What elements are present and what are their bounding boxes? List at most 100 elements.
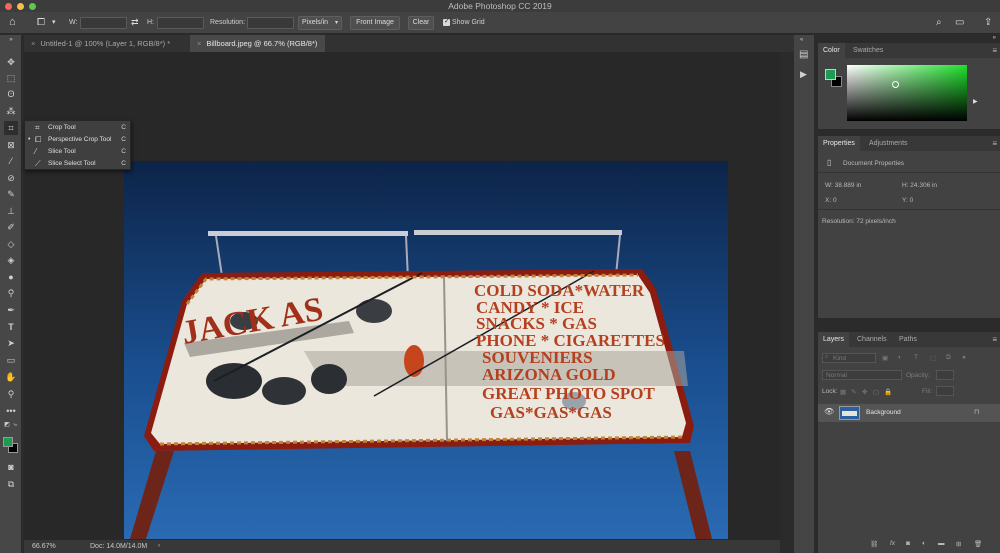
lock-all-icon[interactable]: 🔒 [884, 388, 892, 396]
clear-button[interactable]: Clear [408, 16, 434, 30]
tab-paths[interactable]: Paths [894, 332, 922, 347]
adjustment-layer-icon[interactable]: ◐ [922, 540, 926, 547]
quick-mask-icon[interactable]: ◙ [4, 460, 18, 474]
eyedropper-tool-icon[interactable]: ⁄ [4, 154, 18, 168]
tab-billboard[interactable]: × Billboard.jpeg @ 66.7% (RGB/8*) [190, 35, 325, 52]
front-image-button[interactable]: Front Image [350, 16, 400, 30]
kind-filter-select[interactable]: ⌕ Kind [822, 353, 876, 363]
tab-color[interactable]: Color [818, 43, 845, 58]
doc-height-value[interactable]: H: 24.306 in [902, 182, 937, 189]
eye-icon[interactable]: 👁 [824, 407, 834, 416]
swap-icon[interactable]: ⇄ [131, 17, 139, 28]
panel-menu-icon[interactable]: ≡ [992, 335, 997, 344]
new-layer-icon[interactable]: ⊞ [956, 540, 961, 548]
tab-channels[interactable]: Channels [852, 332, 892, 347]
resolution-input[interactable] [247, 17, 294, 29]
fill-input[interactable] [936, 386, 954, 396]
menu-item-perspective-crop-tool[interactable]: • ⧠ Perspective Crop Tool C [25, 134, 130, 146]
filter-type-icon[interactable]: T [914, 354, 918, 361]
canvas-area[interactable]: JACK AS COLD SODA*WATER CANDY * ICE SNAC… [24, 52, 780, 540]
tab-untitled-1[interactable]: × Untitled-1 @ 100% (Layer 1, RGB/8*) * [24, 35, 190, 52]
menu-item-slice-tool[interactable]: ⁄ Slice Tool C [25, 146, 130, 158]
path-selection-tool-icon[interactable]: ➤ [4, 336, 18, 350]
menu-item-crop-tool[interactable]: ⌗ Crop Tool C [25, 122, 130, 134]
more-tools-icon[interactable]: ••• [4, 404, 18, 418]
opacity-input[interactable] [936, 370, 954, 380]
filter-adjustment-icon[interactable]: ◐ [898, 354, 902, 361]
collapse-icon[interactable]: » [4, 33, 18, 47]
chevron-down-icon[interactable]: ▾ [52, 18, 56, 26]
share-icon[interactable]: ⇪ [984, 17, 992, 28]
foreground-color-swatch[interactable] [825, 69, 836, 80]
history-icon[interactable]: ▤ [799, 49, 808, 60]
move-tool-icon[interactable]: ✥ [4, 55, 18, 69]
dodge-tool-icon[interactable]: ⚲ [4, 286, 18, 300]
collapse-icon[interactable]: » [993, 35, 996, 41]
tab-adjustments[interactable]: Adjustments [864, 136, 913, 151]
color-picker-field[interactable] [847, 65, 967, 121]
zoom-tool-icon[interactable]: ⚲ [4, 387, 18, 401]
perspective-crop-tool-icon[interactable]: ⧠ [37, 17, 45, 28]
filter-shape-icon[interactable]: ⬚ [930, 354, 936, 362]
paint-bucket-tool-icon[interactable]: ◈ [4, 253, 18, 267]
lasso-tool-icon[interactable]: ʘ [4, 87, 18, 101]
zoom-level[interactable]: 66.67% [32, 540, 56, 553]
screen-mode-icon[interactable]: ⧉ [4, 477, 18, 491]
marquee-tool-icon[interactable]: ⬚ [4, 71, 18, 85]
history-brush-tool-icon[interactable]: ✐ [4, 220, 18, 234]
magic-wand-tool-icon[interactable]: ⁂ [4, 104, 18, 118]
menu-item-slice-select-tool[interactable]: ⟋ Slice Select Tool C [25, 158, 130, 170]
layer-style-icon[interactable]: fx [890, 540, 895, 547]
tab-properties[interactable]: Properties [818, 136, 860, 151]
healing-brush-tool-icon[interactable]: ⊘ [4, 171, 18, 185]
new-group-icon[interactable]: ▬ [938, 540, 945, 547]
swap-colors-icon[interactable]: ⤷ [8, 418, 22, 432]
clone-stamp-tool-icon[interactable]: ⊥ [4, 204, 18, 218]
type-tool-icon[interactable]: T [4, 320, 18, 334]
layer-name[interactable]: Background [866, 409, 901, 416]
width-input[interactable] [80, 17, 127, 29]
show-grid-checkbox[interactable]: ✓ [443, 18, 450, 26]
pen-tool-icon[interactable]: ✒ [4, 303, 18, 317]
document-image[interactable]: JACK AS COLD SODA*WATER CANDY * ICE SNAC… [124, 161, 728, 539]
blend-mode-select[interactable]: Normal [822, 370, 902, 380]
tab-layers[interactable]: Layers [818, 332, 850, 347]
chevron-right-icon[interactable]: › [158, 540, 160, 553]
doc-width-value[interactable]: W: 38.889 in [825, 182, 861, 189]
add-mask-icon[interactable]: ◙ [906, 540, 910, 547]
crop-tool-icon[interactable]: ⌗ [4, 121, 18, 135]
frame-tool-icon[interactable]: ⊠ [4, 138, 18, 152]
units-select[interactable]: Pixels/in ▾ [298, 16, 342, 30]
lock-position-icon[interactable]: ✥ [862, 388, 867, 396]
rectangle-tool-icon[interactable]: ▭ [4, 353, 18, 367]
actions-play-icon[interactable]: ▶ [800, 69, 807, 80]
link-layers-icon[interactable]: ⛓ [870, 540, 878, 548]
color-picker-cursor[interactable] [892, 81, 899, 88]
workspace-icon[interactable]: ▭ [955, 17, 964, 28]
doc-x-value[interactable]: X: 0 [825, 197, 837, 204]
blur-tool-icon[interactable]: ● [4, 270, 18, 284]
panel-menu-icon[interactable]: ≡ [992, 139, 997, 148]
eraser-tool-icon[interactable]: ◇ [4, 237, 18, 251]
hue-slider-arrow-icon[interactable]: ▶ [973, 98, 978, 105]
panel-menu-icon[interactable]: ≡ [992, 46, 997, 55]
layer-row-background[interactable]: 👁 Background ⊓ [818, 404, 1000, 422]
lock-pixels-icon[interactable]: ▦ [840, 388, 846, 396]
height-input[interactable] [157, 17, 204, 29]
close-icon[interactable]: × [197, 39, 201, 48]
filter-pixel-icon[interactable]: ▣ [882, 354, 888, 362]
hand-tool-icon[interactable]: ✋ [4, 370, 18, 384]
close-icon[interactable]: × [31, 39, 35, 48]
home-icon[interactable]: ⌂ [9, 16, 16, 28]
lock-paint-icon[interactable]: ✎ [851, 388, 856, 396]
collapse-panels-icon[interactable]: « [800, 37, 803, 43]
tab-swatches[interactable]: Swatches [848, 43, 888, 58]
filter-toggle-icon[interactable]: ● [962, 354, 966, 361]
filter-smart-object-icon[interactable]: ⧉ [946, 354, 951, 362]
foreground-color-swatch[interactable] [3, 437, 13, 447]
lock-icon[interactable]: ⊓ [974, 408, 979, 416]
doc-y-value[interactable]: Y: 0 [902, 197, 913, 204]
search-icon[interactable]: ⌕ [936, 17, 942, 28]
delete-layer-icon[interactable]: 🗑 [974, 540, 982, 548]
lock-artboard-icon[interactable]: ▢ [873, 388, 879, 396]
